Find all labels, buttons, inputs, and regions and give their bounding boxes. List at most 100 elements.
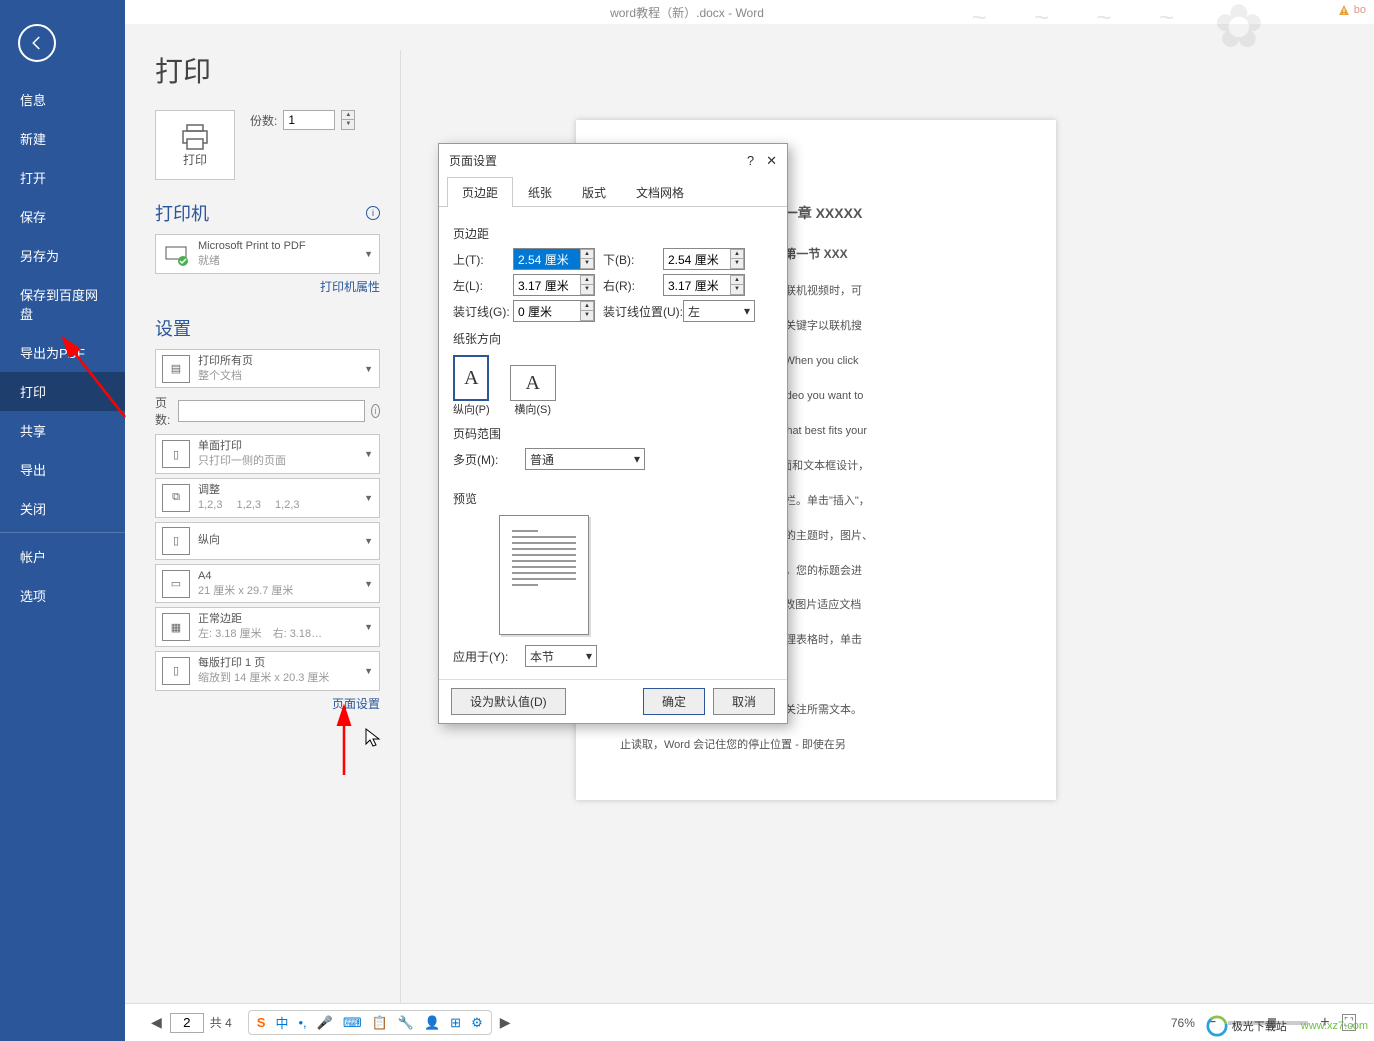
- setting-margins[interactable]: ▦ 正常边距左: 3.18 厘米 右: 3.18… ▼: [155, 607, 380, 647]
- chevron-down-icon: ▼: [364, 666, 373, 676]
- printer-status: 就绪: [198, 254, 364, 269]
- tab-layout[interactable]: 版式: [567, 177, 621, 207]
- decoration-birds: ~ ~ ~ ~: [972, 2, 1194, 33]
- nav-save[interactable]: 保存: [0, 197, 125, 236]
- nav-baidu[interactable]: 保存到百度网盘: [0, 275, 125, 333]
- back-button[interactable]: [18, 24, 56, 62]
- top-input[interactable]: ▲▼: [513, 248, 595, 270]
- cursor-icon: [365, 728, 381, 748]
- info-icon[interactable]: i: [371, 404, 380, 418]
- nav-export-pdf[interactable]: 导出为PDF: [0, 333, 125, 372]
- user-badge: bo: [1338, 4, 1366, 16]
- page-setup-link[interactable]: 页面设置: [155, 695, 380, 712]
- print-button[interactable]: 打印: [155, 110, 235, 180]
- set-default-button[interactable]: 设为默认值(D): [451, 688, 566, 715]
- dialog-footer: 设为默认值(D) 确定 取消: [439, 679, 787, 723]
- page-range-group-label: 页码范围: [453, 425, 773, 442]
- page-total-label: 共 4: [210, 1014, 232, 1031]
- nav-open[interactable]: 打开: [0, 158, 125, 197]
- orientation-portrait[interactable]: A 纵向(P): [453, 355, 490, 417]
- setting-pages-per-sheet[interactable]: ▯ 每版打印 1 页缩放到 14 厘米 x 20.3 厘米 ▼: [155, 651, 380, 691]
- ime-lang[interactable]: 中: [275, 1013, 288, 1032]
- next-page-button[interactable]: ▶: [492, 1014, 519, 1031]
- settings-heading: 设置: [155, 315, 380, 341]
- nav-info[interactable]: 信息: [0, 80, 125, 119]
- ime-mic-icon[interactable]: 🎤: [317, 1015, 333, 1031]
- bottom-input[interactable]: ▲▼: [663, 248, 745, 270]
- page-number-input[interactable]: [170, 1013, 204, 1033]
- portrait-icon: A: [453, 355, 489, 401]
- ime-logo-icon[interactable]: S: [257, 1015, 266, 1030]
- watermark-1: 极光下载站: [1206, 1015, 1287, 1037]
- chevron-down-icon: ▼: [364, 364, 373, 374]
- ok-button[interactable]: 确定: [643, 688, 705, 715]
- tab-grid[interactable]: 文档网格: [621, 177, 699, 207]
- ime-clipboard-icon[interactable]: 📋: [372, 1015, 388, 1031]
- ime-toolbar[interactable]: S 中 •, 🎤 ⌨ 📋 🔧 👤 ⊞ ⚙: [248, 1010, 492, 1035]
- ime-tool-icon[interactable]: 🔧: [398, 1015, 414, 1031]
- preview-group-label: 预览: [453, 490, 773, 507]
- copies-label: 份数:: [250, 112, 277, 129]
- orientation-group-label: 纸张方向: [453, 330, 773, 347]
- chevron-up-icon[interactable]: ▲: [342, 111, 354, 120]
- right-input[interactable]: ▲▼: [663, 274, 745, 296]
- top-label: 上(T):: [453, 251, 505, 268]
- copies-row: 份数: ▲▼: [250, 110, 355, 130]
- chevron-down-icon: ▼: [364, 493, 373, 503]
- gutter-pos-select[interactable]: 左▾: [683, 300, 755, 322]
- setting-paper-size[interactable]: ▭ A421 厘米 x 29.7 厘米 ▼: [155, 564, 380, 604]
- info-icon[interactable]: i: [366, 206, 380, 220]
- tab-paper[interactable]: 纸张: [513, 177, 567, 207]
- ime-punct-icon[interactable]: •,: [298, 1015, 306, 1030]
- dialog-tabs: 页边距 纸张 版式 文档网格: [439, 177, 787, 207]
- printer-selector[interactable]: Microsoft Print to PDF 就绪 ▼: [155, 234, 380, 274]
- multipage-label: 多页(M):: [453, 451, 517, 468]
- setting-collate[interactable]: ⧉ 调整1,2,3 1,2,3 1,2,3 ▼: [155, 478, 380, 518]
- cancel-button[interactable]: 取消: [713, 688, 775, 715]
- nav-share[interactable]: 共享: [0, 411, 125, 450]
- help-button[interactable]: ?: [747, 153, 754, 169]
- chevron-down-icon: ▼: [364, 622, 373, 632]
- landscape-icon: A: [510, 365, 556, 401]
- prev-page-button[interactable]: ◀: [143, 1014, 170, 1031]
- zoom-percent: 76%: [1171, 1016, 1195, 1030]
- pages-input[interactable]: [178, 400, 365, 422]
- left-input[interactable]: ▲▼: [513, 274, 595, 296]
- nav-new[interactable]: 新建: [0, 119, 125, 158]
- chevron-down-icon: ▼: [364, 449, 373, 459]
- gutter-input[interactable]: ▲▼: [513, 300, 595, 322]
- ime-gear-icon[interactable]: ⚙: [471, 1015, 483, 1031]
- chevron-down-icon[interactable]: ▼: [342, 120, 354, 129]
- ime-user-icon[interactable]: 👤: [424, 1015, 440, 1031]
- backstage-sidebar: 信息 新建 打开 保存 另存为 保存到百度网盘 导出为PDF 打印 共享 导出 …: [0, 0, 125, 1041]
- copies-input[interactable]: [283, 110, 335, 130]
- gutter-label: 装订线(G):: [453, 303, 521, 320]
- printer-properties-link[interactable]: 打印机属性: [155, 278, 380, 295]
- chevron-down-icon: ▾: [586, 649, 592, 663]
- apply-select[interactable]: 本节▾: [525, 645, 597, 667]
- pages-label: 页数:: [155, 394, 172, 428]
- nav-account[interactable]: 帐户: [0, 537, 125, 576]
- close-button[interactable]: ✕: [766, 153, 777, 169]
- ime-keyboard-icon[interactable]: ⌨: [343, 1015, 362, 1031]
- nav-close[interactable]: 关闭: [0, 489, 125, 528]
- multipage-select[interactable]: 普通▾: [525, 448, 645, 470]
- nav-export[interactable]: 导出: [0, 450, 125, 489]
- arrow-left-icon: [28, 34, 46, 52]
- chevron-down-icon: ▼: [364, 249, 373, 259]
- setting-pages-scope[interactable]: ▤ 打印所有页整个文档 ▼: [155, 349, 380, 389]
- print-panel: 打印 打印 份数: ▲▼ 打印机 i Microsoft Print to PD…: [155, 50, 380, 712]
- setting-sides[interactable]: ▯ 单面打印只打印一侧的页面 ▼: [155, 434, 380, 474]
- copies-spinner[interactable]: ▲▼: [341, 110, 355, 130]
- left-label: 左(L):: [453, 277, 505, 294]
- ime-grid-icon[interactable]: ⊞: [450, 1015, 461, 1031]
- nav-saveas[interactable]: 另存为: [0, 236, 125, 275]
- orientation-landscape[interactable]: A 横向(S): [510, 355, 556, 417]
- nav-options[interactable]: 选项: [0, 576, 125, 615]
- annotation-arrow-2: [330, 700, 360, 780]
- pages-icon: ▤: [162, 355, 190, 383]
- nav-print[interactable]: 打印: [0, 372, 125, 411]
- tab-margins[interactable]: 页边距: [447, 177, 513, 207]
- printer-icon: [179, 123, 211, 151]
- setting-orientation[interactable]: ▯ 纵向 ▼: [155, 522, 380, 560]
